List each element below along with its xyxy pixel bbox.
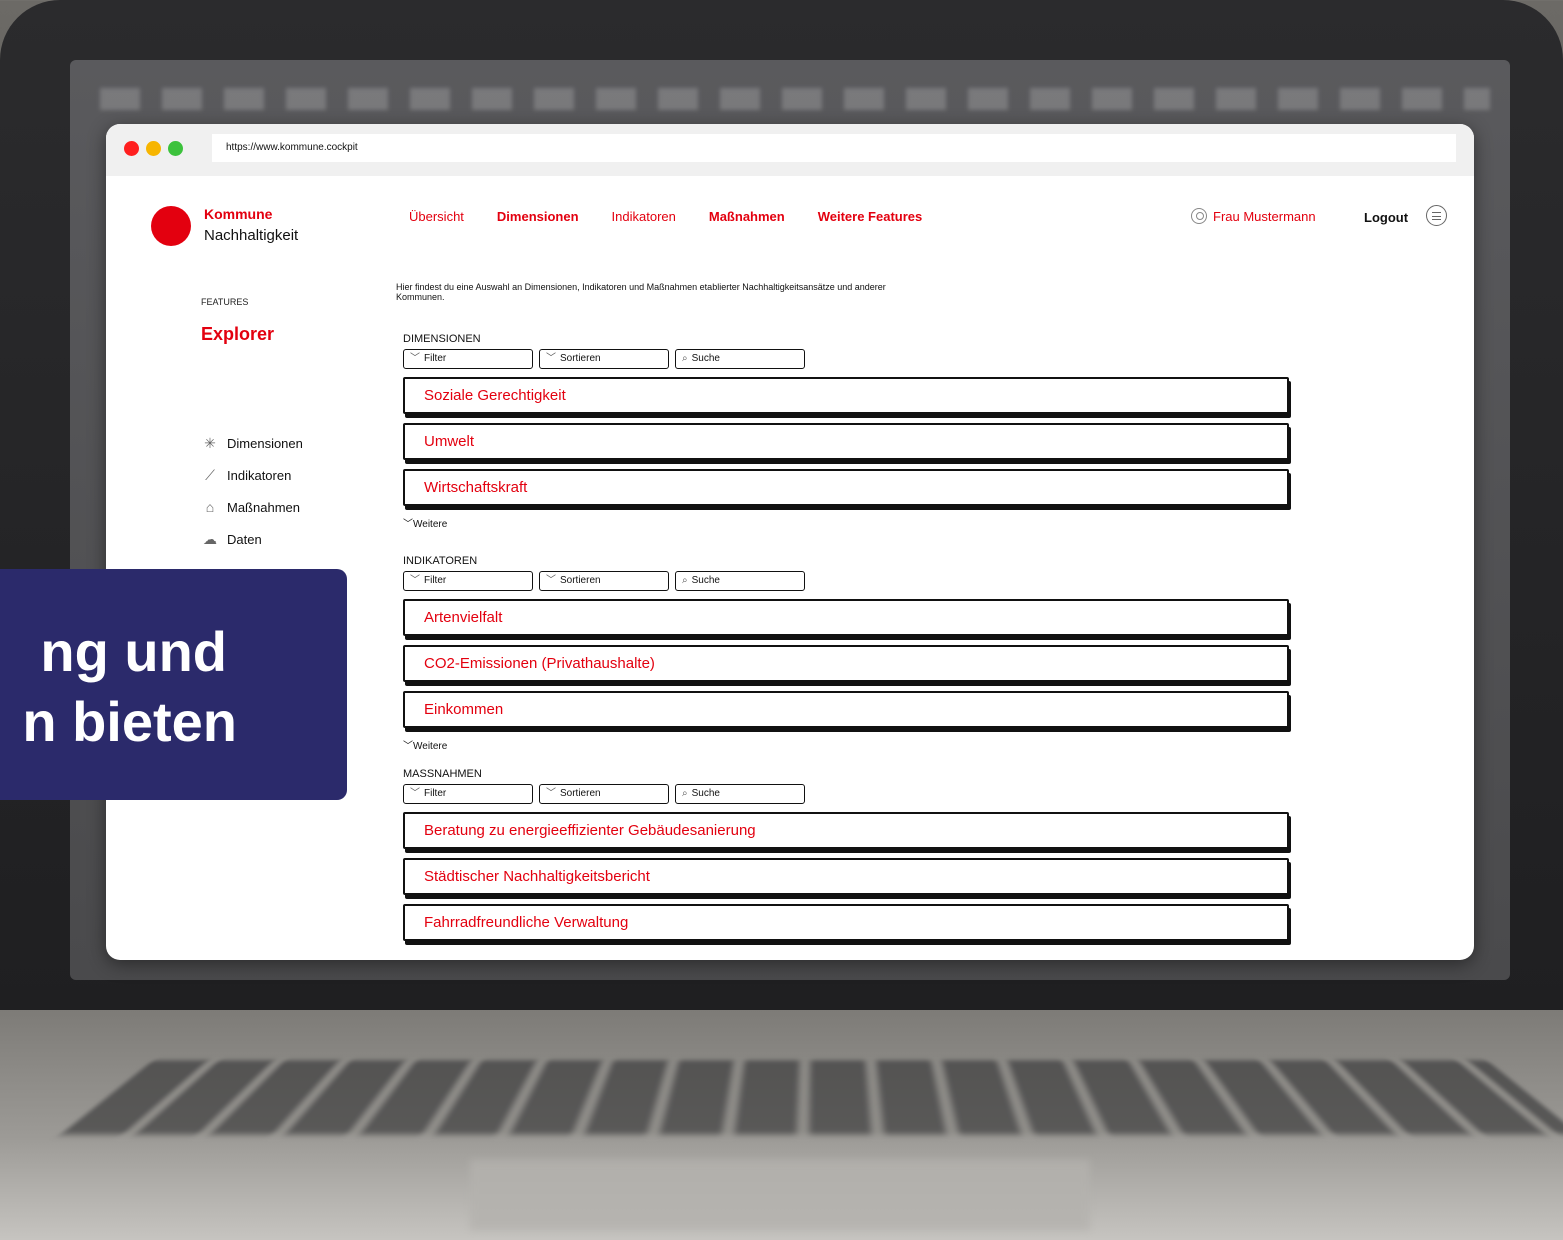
search-input[interactable]: ⌕ Suche (675, 349, 805, 369)
network-icon: ✳ (204, 435, 216, 451)
nav-dimensionen[interactable]: Dimensionen (497, 209, 579, 224)
search-icon: ⌕ (682, 788, 688, 799)
sidebar-nav: ✳ Dimensionen ⟋ Indikatoren ⌂ Maßnahmen … (201, 427, 303, 555)
list-item[interactable]: Fahrradfreundliche Verwaltung (403, 904, 1289, 941)
promo-overlay-text: ng und n bieten (0, 611, 347, 761)
more-label: Weitere (413, 519, 448, 530)
chevron-down-icon: ﹀ (546, 788, 556, 799)
brand-name-line1[interactable]: Kommune (204, 206, 272, 222)
url-bar[interactable]: https://www.kommune.cockpit (212, 134, 1456, 162)
list-item[interactable]: Einkommen (403, 691, 1289, 728)
chevron-down-icon: ﹀ (546, 575, 556, 586)
chevron-down-icon: ﹀ (410, 353, 420, 364)
sidebar-item-dimensionen[interactable]: ✳ Dimensionen (201, 427, 303, 459)
sort-dropdown[interactable]: ﹀ Sortieren (539, 349, 669, 369)
section-massnahmen: MASSNAHMEN ﹀ Filter ﹀ Sortieren ⌕ Suche Ber… (403, 768, 1289, 950)
search-icon: ⌕ (682, 353, 688, 364)
maximize-window-button[interactable] (168, 141, 183, 156)
more-toggle[interactable]: ﹀Weitere (403, 515, 1289, 530)
blurred-keyboard-keys (61, 1060, 1563, 1135)
filter-dropdown[interactable]: ﹀ Filter (403, 784, 533, 804)
sort-label: Sortieren (560, 353, 601, 364)
filter-dropdown[interactable]: ﹀ Filter (403, 571, 533, 591)
user-name[interactable]: Frau Mustermann (1213, 209, 1316, 224)
sort-dropdown[interactable]: ﹀ Sortieren (539, 784, 669, 804)
sidebar-item-indikatoren[interactable]: ⟋ Indikatoren (201, 459, 303, 491)
promo-overlay-card: ng und n bieten (0, 569, 347, 800)
sidebar-item-label: Dimensionen (227, 435, 303, 451)
list-item[interactable]: Artenvielfalt (403, 599, 1289, 636)
section-title: INDIKATOREN (403, 555, 478, 567)
nav-massnahmen[interactable]: Maßnahmen (709, 209, 785, 224)
nav-indikatoren[interactable]: Indikatoren (612, 209, 676, 224)
sidebar-item-label: Indikatoren (227, 467, 292, 483)
chevron-down-icon: ﹀ (410, 575, 420, 586)
sidebar-item-label: Maßnahmen (227, 499, 300, 515)
trackpad (470, 1160, 1090, 1230)
more-label: Weitere (413, 741, 448, 752)
sort-label: Sortieren (560, 575, 601, 586)
building-icon: ⌂ (205, 499, 215, 515)
search-input[interactable]: ⌕ Suche (675, 784, 805, 804)
list-item[interactable]: Städtischer Nachhaltigkeitsbericht (403, 858, 1289, 895)
section-title: DIMENSIONEN (403, 333, 481, 345)
chevron-down-icon: ﹀ (410, 788, 420, 799)
section-indikatoren: INDIKATOREN ﹀ Filter ﹀ Sortieren ⌕ Suche Ar… (403, 555, 1289, 752)
minimize-window-button[interactable] (146, 141, 161, 156)
blurred-os-menubar (100, 88, 1490, 110)
brand-name-line2[interactable]: Nachhaltigkeit (204, 227, 298, 244)
section-controls: ﹀ Filter ﹀ Sortieren ⌕ Suche (403, 784, 1289, 804)
intro-text: Hier findest du eine Auswahl an Dimensio… (396, 282, 886, 302)
section-controls: ﹀ Filter ﹀ Sortieren ⌕ Suche (403, 571, 1289, 591)
hamburger-menu-icon[interactable] (1426, 205, 1447, 226)
sort-label: Sortieren (560, 788, 601, 799)
user-profile[interactable]: Frau Mustermann (1191, 208, 1316, 224)
filter-label: Filter (424, 575, 447, 586)
browser-window: https://www.kommune.cockpit Kommune Nach… (106, 124, 1474, 960)
list-item[interactable]: Soziale Gerechtigkeit (403, 377, 1289, 414)
chevron-down-icon: ﹀ (403, 741, 413, 752)
browser-chrome: https://www.kommune.cockpit (106, 124, 1474, 176)
ruler-icon: ⟋ (205, 467, 215, 483)
explorer-title: Explorer (201, 324, 275, 344)
filter-label: Filter (424, 353, 447, 364)
search-label: Suche (691, 575, 720, 586)
list-item[interactable]: Wirtschaftskraft (403, 469, 1289, 506)
nav-uebersicht[interactable]: Übersicht (409, 209, 464, 224)
features-label: FEATURES (201, 297, 249, 307)
sort-dropdown[interactable]: ﹀ Sortieren (539, 571, 669, 591)
filter-dropdown[interactable]: ﹀ Filter (403, 349, 533, 369)
section-controls: ﹀ Filter ﹀ Sortieren ⌕ Suche (403, 349, 1289, 369)
brand-logo-dot[interactable] (151, 206, 191, 246)
user-icon (1191, 208, 1207, 224)
cloud-data-icon: ☁ (203, 531, 217, 547)
chevron-down-icon: ﹀ (546, 353, 556, 364)
promo-line-2: n bieten (22, 690, 237, 753)
search-label: Suche (691, 353, 720, 364)
section-dimensionen: DIMENSIONEN ﹀ Filter ﹀ Sortieren ⌕ Suche So… (403, 333, 1289, 530)
list-item[interactable]: Beratung zu energieeffizienter Gebäudesa… (403, 812, 1289, 849)
list-item[interactable]: CO2-Emissionen (Privathaushalte) (403, 645, 1289, 682)
filter-label: Filter (424, 788, 447, 799)
chevron-down-icon: ﹀ (403, 519, 413, 530)
more-toggle[interactable]: ﹀Weitere (403, 737, 1289, 752)
search-input[interactable]: ⌕ Suche (675, 571, 805, 591)
sidebar-item-daten[interactable]: ☁ Daten (201, 523, 303, 555)
section-title: MASSNAHMEN (403, 768, 482, 780)
search-label: Suche (691, 788, 720, 799)
promo-line-1: ng und (40, 620, 227, 683)
sidebar-item-massnahmen[interactable]: ⌂ Maßnahmen (201, 491, 303, 523)
logout-button[interactable]: Logout (1364, 210, 1408, 225)
sidebar-item-label: Daten (227, 531, 262, 547)
close-window-button[interactable] (124, 141, 139, 156)
search-icon: ⌕ (682, 575, 688, 586)
main-nav: Übersicht Dimensionen Indikatoren Maßnah… (409, 209, 955, 224)
nav-weitere-features[interactable]: Weitere Features (818, 209, 923, 224)
list-item[interactable]: Umwelt (403, 423, 1289, 460)
